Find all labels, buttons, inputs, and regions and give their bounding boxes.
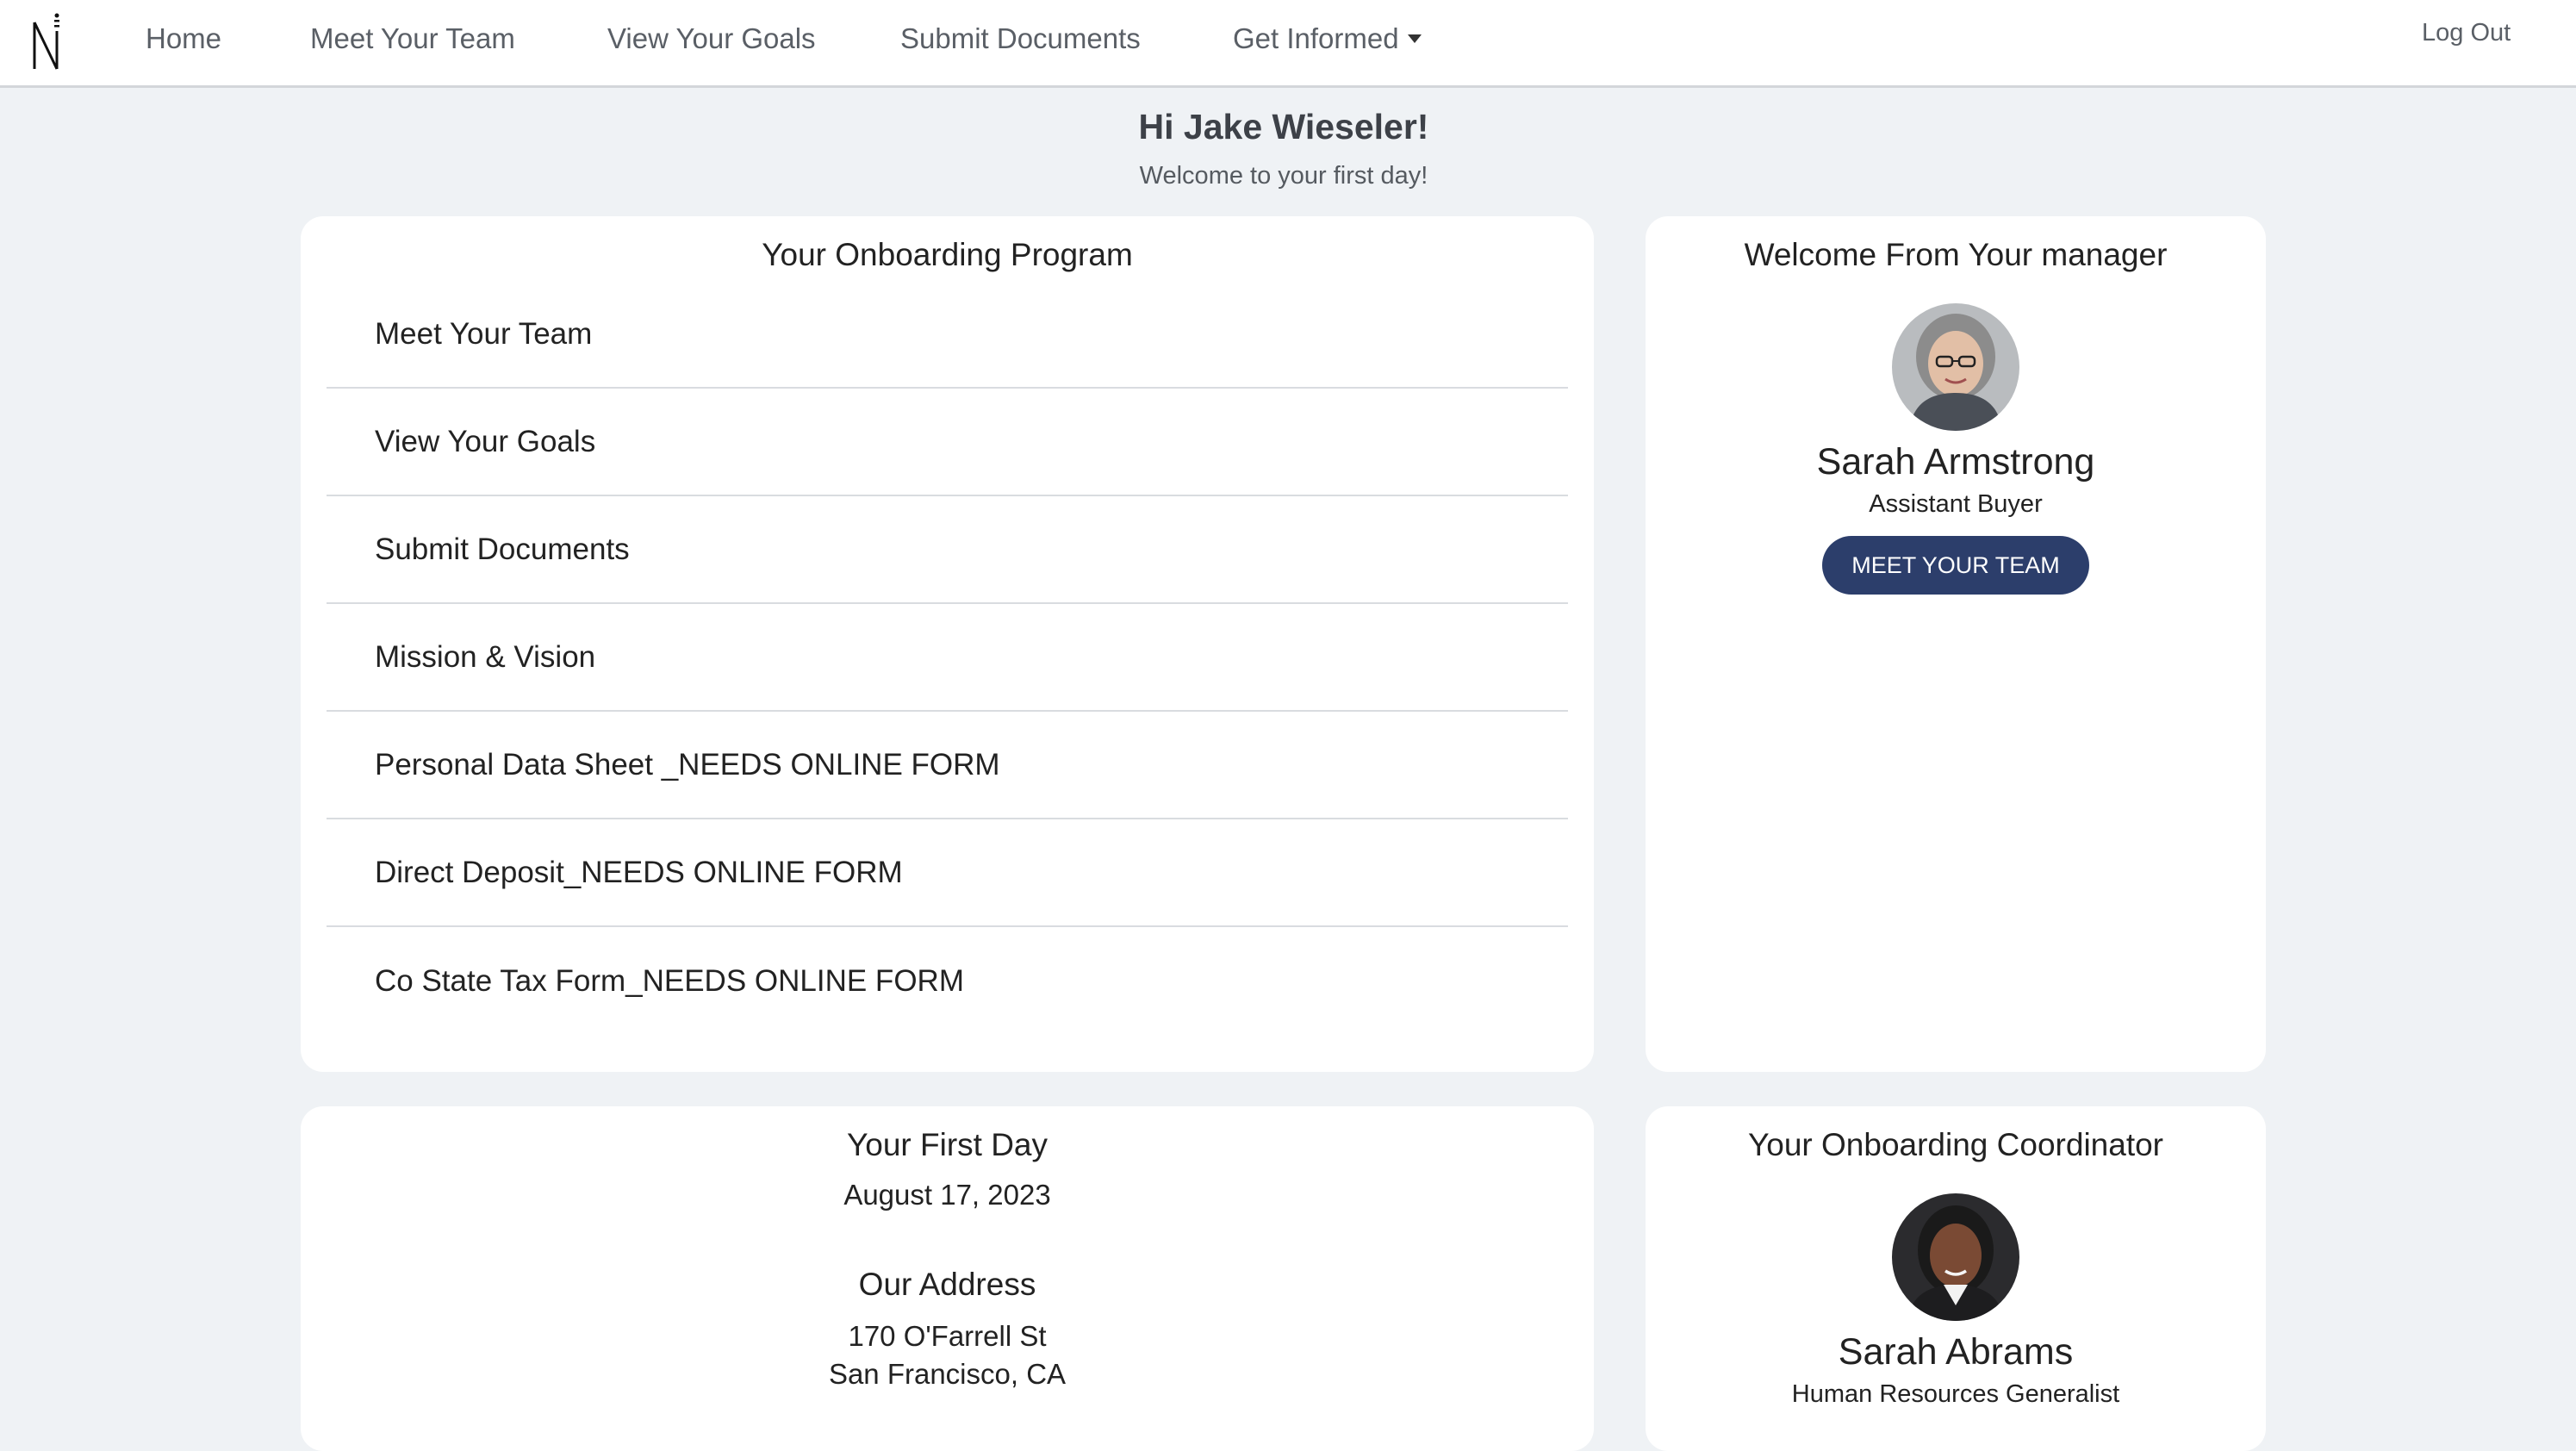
company-logo[interactable]	[31, 10, 65, 72]
first-day-card: Your First Day August 17, 2023 Our Addre…	[301, 1106, 1594, 1451]
greeting-title: Hi Jake Wieseler!	[1138, 107, 1429, 146]
top-navbar: Home Meet Your Team View Your Goals Subm…	[0, 0, 2576, 88]
nav-view-your-goals[interactable]: View Your Goals	[607, 22, 816, 55]
onboarding-program-list: Meet Your Team View Your Goals Submit Do…	[327, 281, 1568, 1035]
manager-welcome-card: Welcome From Your manager Sarah Armstron…	[1646, 216, 2266, 1072]
program-item-personal-data-sheet[interactable]: Personal Data Sheet _NEEDS ONLINE FORM	[327, 712, 1568, 819]
address-line-1: 170 O'Farrell St	[848, 1320, 1047, 1352]
manager-role: Assistant Buyer	[1869, 490, 2043, 518]
coordinator-role: Human Resources Generalist	[1791, 1380, 2120, 1408]
coordinator-avatar	[1892, 1193, 2019, 1321]
manager-card-title: Welcome From Your manager	[1744, 237, 2168, 272]
onboarding-coordinator-card: Your Onboarding Coordinator Sarah Abrams…	[1646, 1106, 2266, 1451]
nav-get-informed-dropdown[interactable]: Get Informed	[1233, 22, 1422, 55]
manager-avatar	[1892, 303, 2019, 431]
meet-your-team-button[interactable]: MEET YOUR TEAM	[1822, 536, 2089, 595]
manager-profile: Sarah Armstrong Assistant Buyer MEET YOU…	[1646, 303, 2266, 595]
nav-home[interactable]: Home	[146, 22, 221, 55]
nav-get-informed-label: Get Informed	[1233, 22, 1399, 54]
onboarding-program-card: Your Onboarding Program Meet Your Team V…	[301, 216, 1594, 1072]
program-item-co-state-tax-form[interactable]: Co State Tax Form_NEEDS ONLINE FORM	[327, 927, 1568, 1035]
coordinator-card-title: Your Onboarding Coordinator	[1747, 1127, 2163, 1162]
manager-name: Sarah Armstrong	[1816, 441, 2095, 483]
coordinator-name: Sarah Abrams	[1838, 1331, 2074, 1373]
nav-meet-your-team[interactable]: Meet Your Team	[310, 22, 515, 55]
first-day-title: Your First Day	[846, 1127, 1048, 1162]
coordinator-profile: Sarah Abrams Human Resources Generalist	[1646, 1193, 2266, 1409]
program-item-mission-vision[interactable]: Mission & Vision	[327, 604, 1568, 712]
first-day-date: August 17, 2023	[843, 1179, 1051, 1211]
chevron-down-icon	[1407, 34, 1422, 43]
greeting-subtitle: Welcome to your first day!	[1139, 162, 1428, 190]
program-item-meet-your-team[interactable]: Meet Your Team	[327, 281, 1568, 389]
nav-submit-documents[interactable]: Submit Documents	[900, 22, 1141, 55]
program-item-submit-documents[interactable]: Submit Documents	[327, 496, 1568, 604]
address-title: Our Address	[858, 1267, 1036, 1302]
program-item-view-your-goals[interactable]: View Your Goals	[327, 389, 1568, 496]
program-item-direct-deposit[interactable]: Direct Deposit_NEEDS ONLINE FORM	[327, 819, 1568, 927]
address-line-2: San Francisco, CA	[828, 1358, 1067, 1390]
logout-link[interactable]: Log Out	[2422, 19, 2511, 47]
onboarding-program-title: Your Onboarding Program	[762, 237, 1133, 272]
